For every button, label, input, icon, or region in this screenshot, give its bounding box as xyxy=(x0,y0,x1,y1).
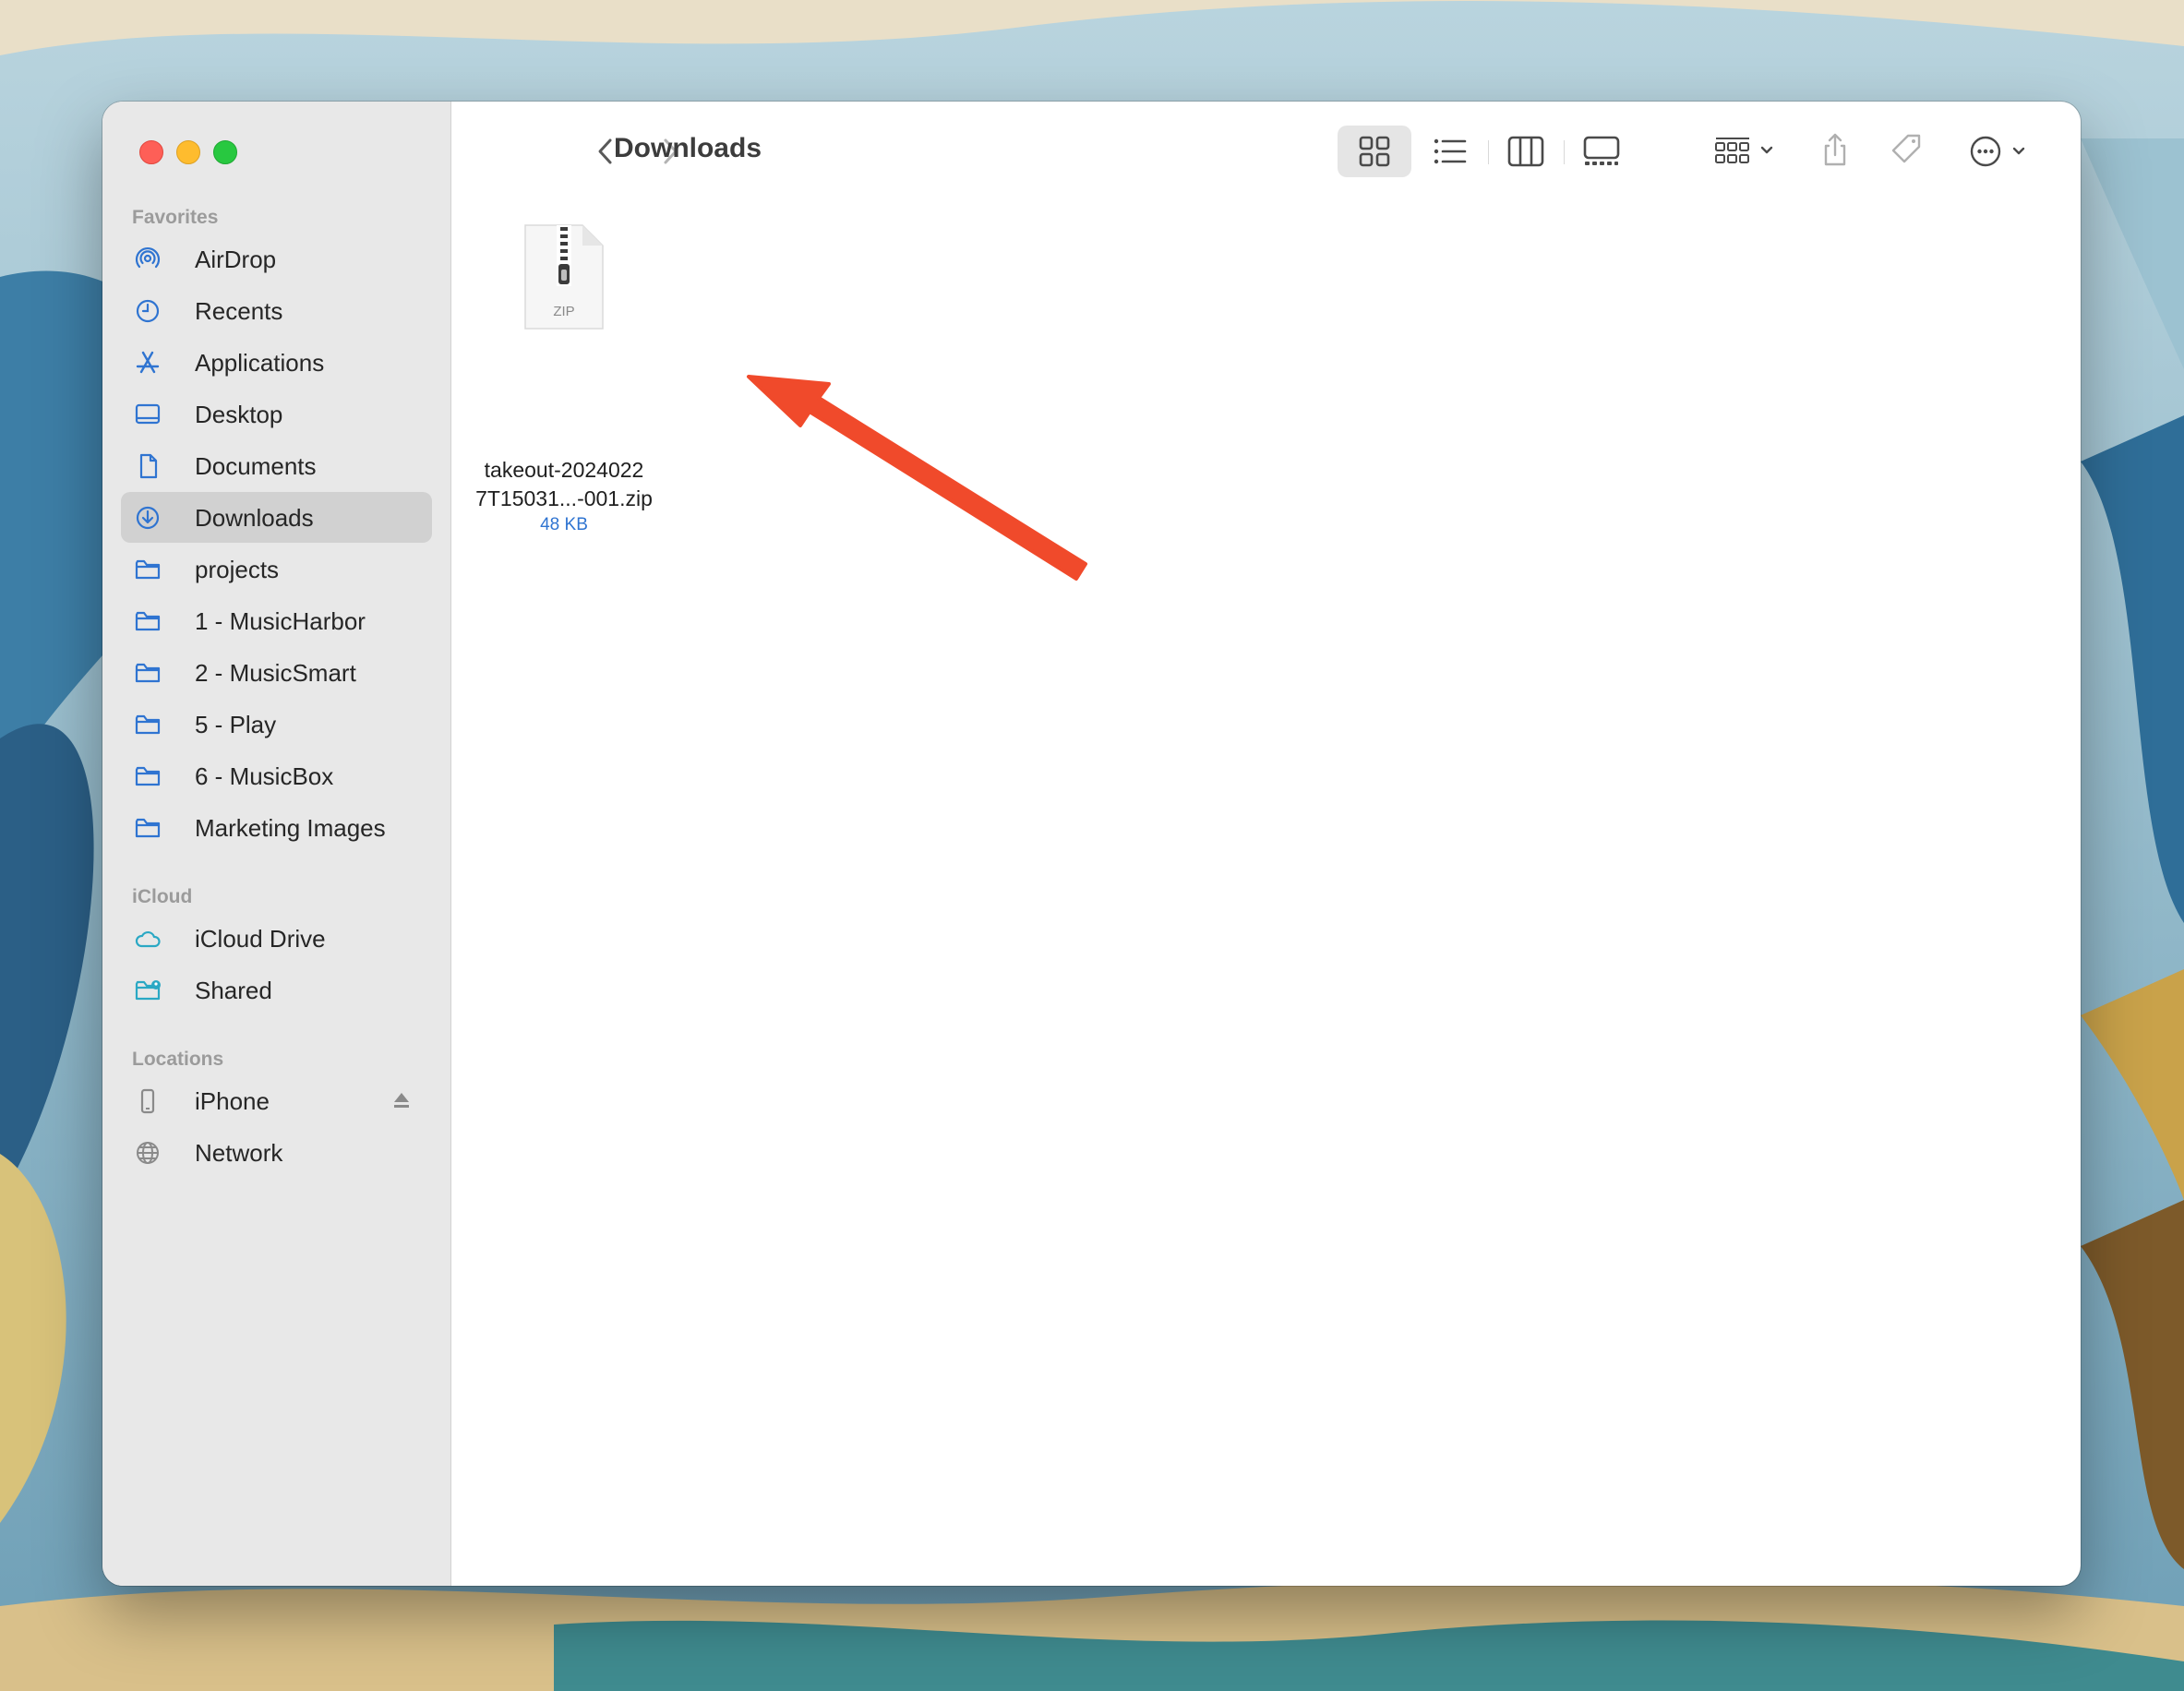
file-name-line2: 7T15031...-001.zip xyxy=(475,486,653,510)
column-view-button[interactable] xyxy=(1489,126,1563,177)
sidebar-item-desktop[interactable]: Desktop xyxy=(121,389,432,439)
sidebar-item-label: Desktop xyxy=(195,401,283,428)
sidebar-item-documents[interactable]: Documents xyxy=(121,440,432,491)
sidebar-item-marketing-images[interactable]: Marketing Images xyxy=(121,802,432,853)
column-view-icon xyxy=(1507,136,1544,167)
sidebar-item-label: Recents xyxy=(195,297,283,325)
chevron-down-icon xyxy=(2012,147,2025,155)
zoom-window-button[interactable] xyxy=(213,140,237,164)
icon-view-button[interactable] xyxy=(1338,126,1411,177)
sidebar-item-label: 6 - MusicBox xyxy=(195,762,334,790)
group-by-icon xyxy=(1715,138,1773,163)
iphone-icon xyxy=(140,1088,155,1114)
folder-icon xyxy=(135,766,161,786)
shared-folder-icon xyxy=(135,980,161,1001)
list-view-icon xyxy=(1434,138,1467,164)
grid-view-icon xyxy=(1359,136,1390,167)
locations-section-label: Locations xyxy=(132,1049,224,1070)
sidebar-item-label: projects xyxy=(195,556,280,583)
sidebar-item-label: Marketing Images xyxy=(195,814,386,842)
sidebar-item-musicbox[interactable]: 6 - MusicBox xyxy=(121,750,432,801)
file-name: takeout-2024022 7T15031...-001.zip xyxy=(453,456,675,513)
sidebar-item-label: 2 - MusicSmart xyxy=(195,659,356,687)
sidebar-item-applications[interactable]: Applications xyxy=(121,337,432,388)
sidebar-item-downloads[interactable]: Downloads xyxy=(121,492,432,543)
file-item-zip[interactable]: ZIP takeout-2024022 7T15031...-001.zip 4… xyxy=(453,222,675,554)
sidebar-item-label: Shared xyxy=(195,977,272,1004)
airdrop-icon xyxy=(135,246,161,269)
sidebar-item-label: Documents xyxy=(195,452,317,480)
gallery-view-button[interactable] xyxy=(1565,126,1638,177)
desktop-icon xyxy=(135,403,161,425)
ellipsis-circle-icon xyxy=(1970,136,2025,167)
sidebar-item-musicsmart[interactable]: 2 - MusicSmart xyxy=(121,647,432,698)
download-icon xyxy=(136,506,160,530)
sidebar-item-network[interactable]: Network xyxy=(121,1127,432,1178)
sidebar-item-label: iPhone xyxy=(195,1087,270,1115)
sidebar-item-play[interactable]: 5 - Play xyxy=(121,699,432,750)
icloud-section-label: iCloud xyxy=(132,886,193,907)
folder-icon xyxy=(135,818,161,838)
folder-icon xyxy=(135,714,161,735)
share-icon xyxy=(1824,133,1846,166)
tag-icon xyxy=(1891,134,1921,163)
folder-icon xyxy=(135,559,161,580)
cloud-icon xyxy=(135,930,161,948)
document-icon xyxy=(139,453,158,479)
sidebar-item-label: 1 - MusicHarbor xyxy=(195,607,366,635)
zip-label: ZIP xyxy=(553,304,574,319)
tag-button[interactable] xyxy=(1884,126,1930,177)
group-by-button[interactable] xyxy=(1705,126,1788,177)
window-title: Downloads xyxy=(614,133,762,163)
gallery-view-icon xyxy=(1583,136,1620,165)
folder-icon xyxy=(135,611,161,631)
file-name-line1: takeout-2024022 xyxy=(484,458,644,482)
close-window-button[interactable] xyxy=(139,140,163,164)
chevron-down-icon xyxy=(1760,146,1773,154)
sidebar-item-icloud-drive[interactable]: iCloud Drive xyxy=(121,913,432,964)
sidebar-item-iphone[interactable]: iPhone xyxy=(121,1075,432,1126)
sidebar-item-musicharbor[interactable]: 1 - MusicHarbor xyxy=(121,595,432,646)
list-view-button[interactable] xyxy=(1413,126,1487,177)
clock-icon xyxy=(136,299,160,323)
sidebar-item-projects[interactable]: projects xyxy=(121,544,432,594)
sidebar-item-label: Network xyxy=(195,1139,283,1167)
favorites-section-label: Favorites xyxy=(132,207,219,228)
folder-icon xyxy=(135,663,161,683)
sidebar-item-label: 5 - Play xyxy=(195,711,277,738)
applications-icon xyxy=(136,351,160,374)
more-actions-button[interactable] xyxy=(1963,126,2037,177)
sidebar-item-label: Applications xyxy=(195,349,325,377)
sidebar-item-label: Downloads xyxy=(195,504,314,532)
eject-icon[interactable] xyxy=(391,1090,412,1110)
share-button[interactable] xyxy=(1812,126,1858,177)
sidebar-item-airdrop[interactable]: AirDrop xyxy=(121,234,432,284)
sidebar-item-label: AirDrop xyxy=(195,246,277,273)
zip-file-icon: ZIP xyxy=(524,224,604,330)
sidebar-item-recents[interactable]: Recents xyxy=(121,285,432,336)
finder-window: Favorites AirDrop Recents Applications D… xyxy=(102,102,2081,1586)
globe-icon xyxy=(137,1142,159,1164)
minimize-window-button[interactable] xyxy=(176,140,200,164)
sidebar-item-label: iCloud Drive xyxy=(195,925,326,953)
sidebar-item-shared[interactable]: Shared xyxy=(121,965,432,1015)
sidebar: Favorites AirDrop Recents Applications D… xyxy=(102,102,451,1586)
file-size: 48 KB xyxy=(540,515,588,534)
